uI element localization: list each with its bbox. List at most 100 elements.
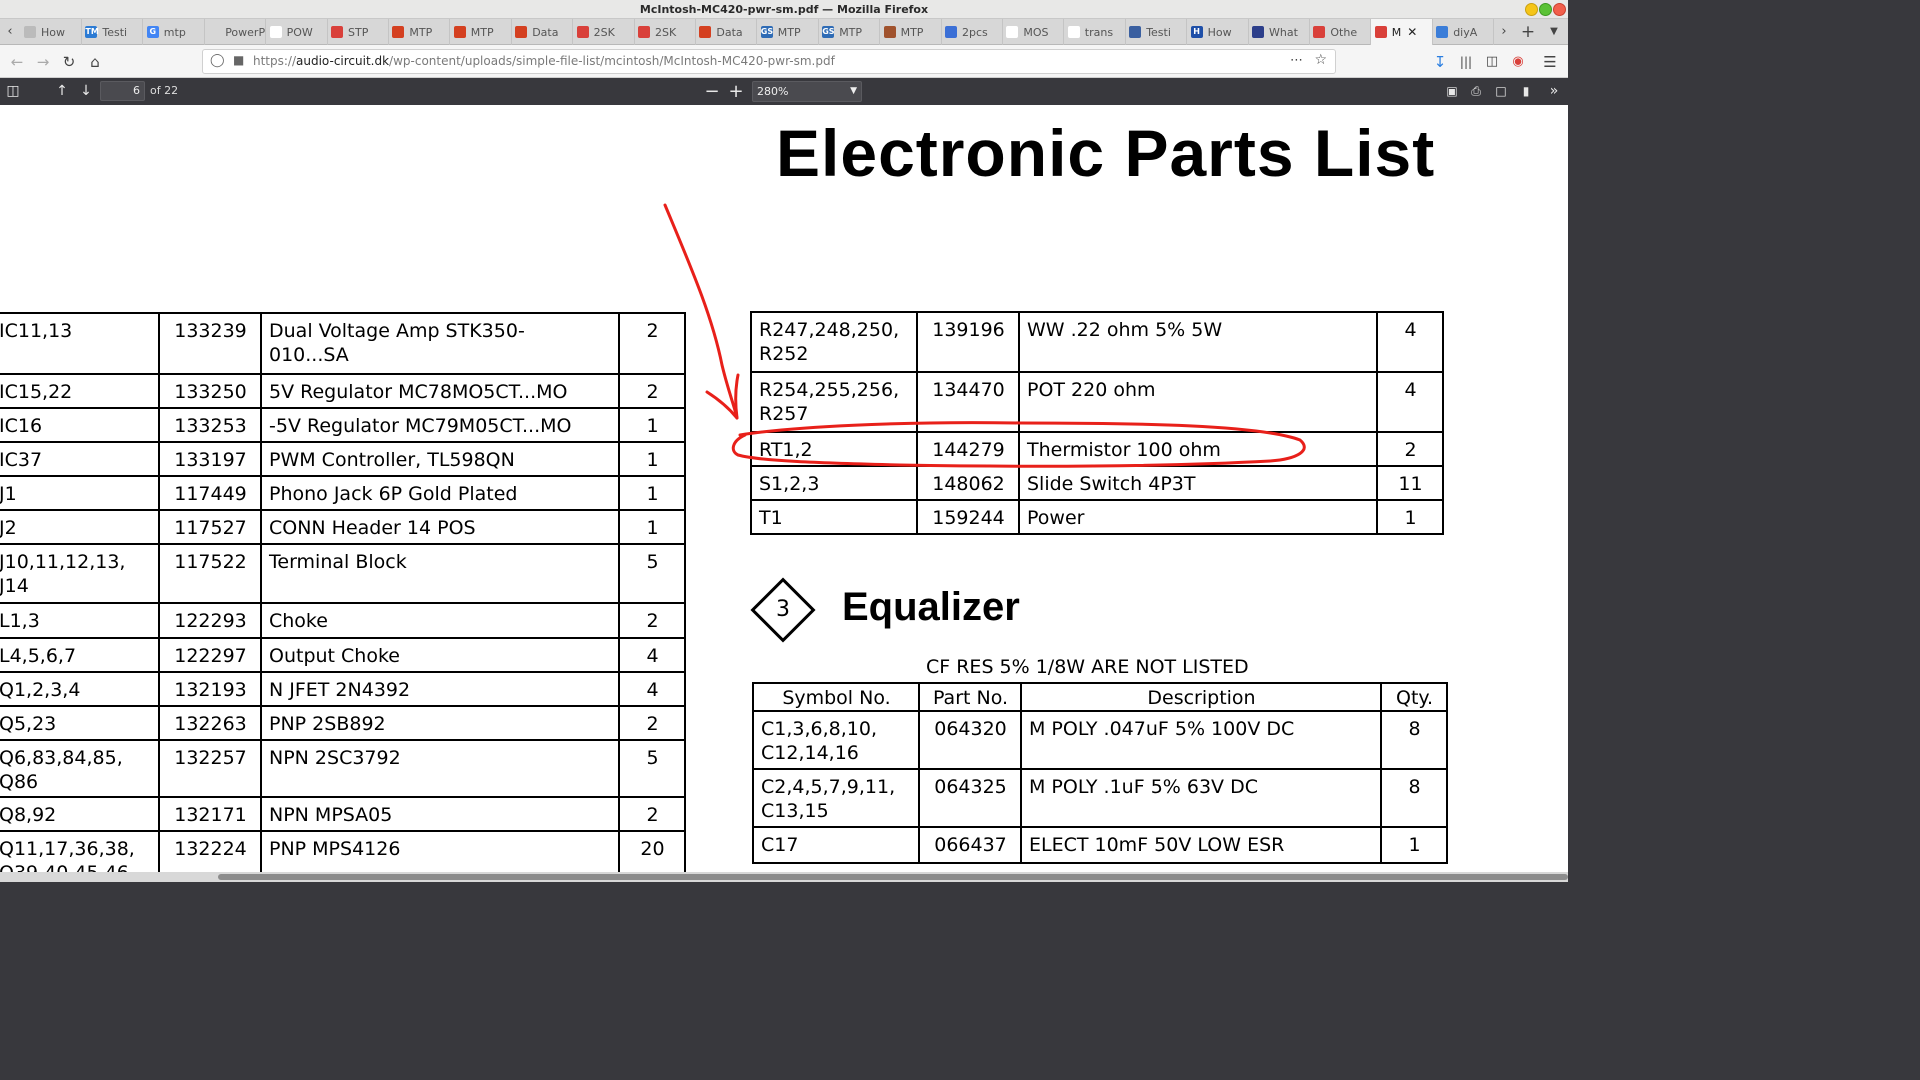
tab-label: diyA: [1453, 25, 1478, 39]
tab-label: Testi: [102, 25, 128, 39]
tab-label: How: [41, 25, 65, 39]
extension-icon[interactable]: ◉: [1507, 51, 1529, 73]
tab-13[interactable]: GS MTP: [818, 19, 881, 45]
tab-2[interactable]: Gmtp: [143, 19, 205, 45]
tab-label: MTP: [777, 25, 801, 39]
tab-14[interactable]: MTP: [880, 19, 942, 45]
tab-20[interactable]: What: [1248, 19, 1310, 45]
page-number-input[interactable]: 6: [100, 81, 145, 101]
open-file-icon[interactable]: □: [1490, 81, 1512, 102]
zoom-select[interactable]: 280% ▼: [752, 81, 862, 102]
close-window-button[interactable]: [1553, 3, 1566, 16]
page-actions-icon[interactable]: ⋯: [1290, 53, 1303, 68]
tab-7[interactable]: MTP: [450, 19, 512, 45]
sidebar-icon[interactable]: ◫: [1481, 51, 1503, 73]
tab-12[interactable]: GS MTP: [757, 19, 819, 45]
print-icon[interactable]: ⎙: [1465, 81, 1487, 102]
close-tab-icon[interactable]: ✕: [1407, 25, 1417, 39]
tab-1[interactable]: TM Testi: [81, 19, 144, 45]
red-annotation: [663, 203, 1306, 468]
tab-label: MTP: [900, 25, 924, 39]
tab-favicon-icon: [208, 26, 221, 38]
minimize-button[interactable]: [1525, 3, 1538, 16]
next-page-button[interactable]: ↓: [75, 81, 97, 102]
tab-favicon-icon: [269, 26, 282, 38]
tab-label: How: [1207, 25, 1232, 39]
presentation-mode-icon[interactable]: ▣: [1441, 81, 1463, 102]
scrollbar-thumb[interactable]: [218, 874, 1568, 880]
pdf-toolbar: ◫ ↑ ↓ 6 of 22 − + 280% ▼ ▣ ⎙ □ ▮ »: [0, 78, 1568, 105]
tab-3[interactable]: PowerP: [204, 19, 267, 45]
maximize-button[interactable]: [1539, 3, 1552, 16]
pdf-page: Electronic Parts List IC11,13 133239 Dual …: [0, 105, 1568, 872]
tab-label: MTP: [409, 25, 433, 39]
tab-23[interactable]: diyA: [1432, 19, 1495, 45]
tab-22[interactable]: M ✕: [1370, 19, 1433, 45]
reload-icon[interactable]: ↻: [58, 51, 80, 73]
downloads-icon[interactable]: ↧: [1429, 51, 1451, 73]
shield-icon[interactable]: ◯: [210, 53, 225, 68]
tab-scroll-right-button[interactable]: ›: [1494, 19, 1514, 45]
tab-favicon-icon: [1374, 26, 1387, 38]
tab-favicon-icon: [1067, 26, 1080, 38]
tab-favicon-icon: [24, 26, 36, 38]
tab-favicon-icon: [1129, 26, 1142, 38]
tab-5[interactable]: STP: [327, 19, 389, 45]
zoom-in-button[interactable]: +: [725, 81, 747, 102]
tab-0[interactable]: How: [20, 19, 82, 45]
tab-17[interactable]: trans: [1064, 19, 1126, 45]
tab-favicon-icon: TM: [85, 26, 99, 38]
tab-label: 2SK: [593, 25, 615, 39]
tab-6[interactable]: MTP: [388, 19, 451, 45]
tab-label: Testi: [1146, 25, 1171, 39]
previous-page-button[interactable]: ↑: [51, 81, 73, 102]
forward-button[interactable]: →: [32, 51, 54, 73]
tab-4[interactable]: POW: [266, 19, 328, 45]
tab-10[interactable]: 2SK: [634, 19, 696, 45]
bookmark-icon[interactable]: ▮: [1515, 81, 1537, 102]
tab-favicon-icon: [392, 26, 405, 38]
window-titlebar: McIntosh-MC420-pwr-sm.pdf — Mozilla Fire…: [0, 0, 1568, 19]
tools-icon[interactable]: »: [1543, 81, 1565, 102]
tab-15[interactable]: 2pcs: [941, 19, 1003, 45]
annotation-arrow-line: [663, 203, 739, 420]
tab-favicon-icon: [331, 26, 343, 38]
tab-8[interactable]: Data: [511, 19, 574, 45]
tab-11[interactable]: Data: [695, 19, 758, 45]
annotation-circle: [731, 421, 1306, 468]
tab-label: M: [1391, 25, 1402, 39]
tab-9[interactable]: 2SK: [573, 19, 635, 45]
bookmark-star-icon[interactable]: ☆: [1314, 52, 1327, 68]
menu-icon[interactable]: ☰: [1539, 51, 1561, 73]
sidebar-toggle-icon[interactable]: ◫: [2, 81, 24, 102]
tab-favicon-icon: [576, 26, 589, 38]
tab-strip: ‹ How TM Testi Gmtp PowerP POW STP MTP MTP Data 2S…: [0, 19, 1568, 45]
horizontal-scrollbar[interactable]: [0, 872, 1568, 882]
tab-19[interactable]: H How: [1187, 19, 1249, 45]
tab-label: MTP: [470, 25, 494, 39]
address-bar[interactable]: ◯ ■ https://audio-circuit.dk/wp-content/…: [202, 49, 1336, 74]
tab-21[interactable]: Othe: [1309, 19, 1372, 45]
tab-favicon-icon: [1436, 26, 1449, 38]
tab-scroll-left-button[interactable]: ‹: [0, 19, 20, 45]
tab-16[interactable]: MOS: [1002, 19, 1065, 45]
tab-label: mtp: [163, 25, 186, 39]
library-icon[interactable]: |||: [1455, 51, 1477, 73]
tab-favicon-icon: [638, 26, 650, 38]
tab-favicon-icon: [453, 26, 466, 38]
url-text[interactable]: https://audio-circuit.dk/wp-content/uplo…: [253, 54, 835, 68]
zoom-out-button[interactable]: −: [701, 81, 723, 102]
tab-label: MTP: [839, 25, 863, 39]
tab-label: 2SK: [655, 25, 677, 39]
tab-label: MOS: [1023, 25, 1049, 39]
tab-18[interactable]: Testi: [1125, 19, 1188, 45]
tab-list-button[interactable]: ▼: [1544, 19, 1564, 45]
back-button[interactable]: ←: [6, 51, 28, 73]
tab-favicon-icon: [883, 26, 896, 38]
new-tab-button[interactable]: +: [1518, 19, 1538, 45]
lock-icon[interactable]: ■: [233, 53, 244, 67]
home-icon[interactable]: ⌂: [84, 51, 106, 73]
tab-label: PowerP: [225, 25, 266, 39]
tab-label: Othe: [1330, 25, 1358, 39]
page-count: of 22: [150, 84, 179, 97]
